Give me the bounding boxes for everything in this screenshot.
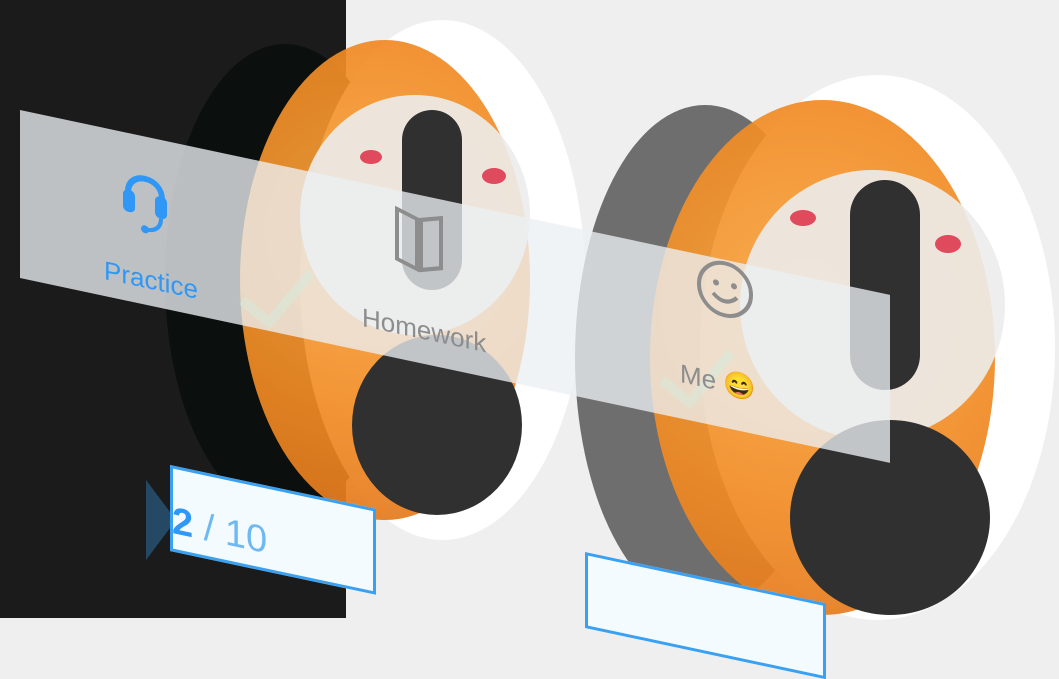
progress-total: 10 (224, 511, 268, 563)
mascot-cheek (935, 235, 961, 253)
mascot-cheek (360, 150, 382, 164)
mascot-cheek (790, 210, 816, 226)
book-icon[interactable] (393, 200, 445, 286)
mascot-body (790, 420, 990, 615)
mascot-cheek (482, 168, 506, 184)
headset-icon[interactable] (120, 158, 170, 244)
progress-current: 2 (172, 500, 194, 547)
progress-separator: / (193, 504, 225, 554)
smiley-icon[interactable] (695, 253, 755, 331)
